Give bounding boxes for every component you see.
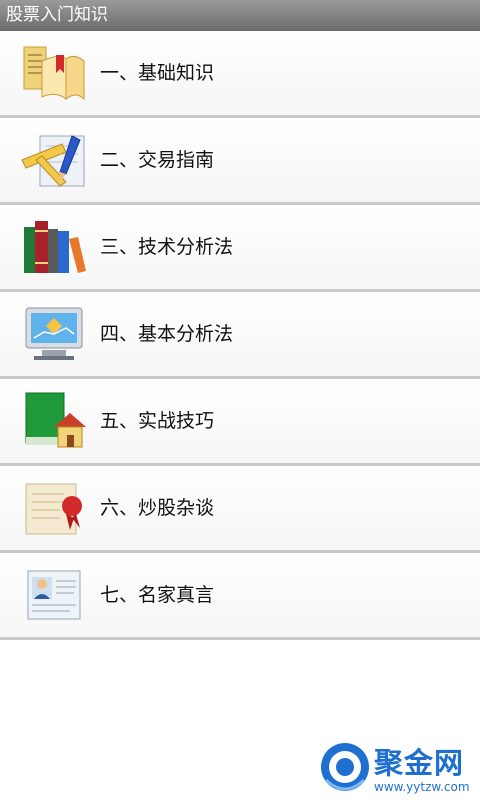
watermark-logo: 聚金网 www.yytzw.com bbox=[318, 740, 478, 798]
menu-item-expert-quotes[interactable]: 七、名家真言 bbox=[0, 553, 480, 640]
menu-item-label: 三、技术分析法 bbox=[100, 236, 234, 258]
logo-name: 聚金网 bbox=[374, 746, 465, 780]
sealed-letter-icon bbox=[20, 478, 88, 538]
menu-item-label: 七、名家真言 bbox=[100, 584, 215, 606]
ruler-pencil-icon bbox=[20, 130, 88, 190]
menu-item-fundamental-analysis[interactable]: 四、基本分析法 bbox=[0, 292, 480, 379]
profile-card-icon bbox=[20, 565, 88, 625]
logo-url: www.yytzw.com bbox=[374, 780, 470, 794]
book-house-icon bbox=[20, 391, 88, 451]
title-bar: 股票入门知识 bbox=[0, 0, 480, 31]
menu-item-label: 五、实战技巧 bbox=[100, 410, 215, 432]
menu-item-basics[interactable]: 一、基础知识 bbox=[0, 31, 480, 118]
menu-item-trading-guide[interactable]: 二、交易指南 bbox=[0, 118, 480, 205]
menu-item-stock-talk[interactable]: 六、炒股杂谈 bbox=[0, 466, 480, 553]
books-icon bbox=[20, 217, 88, 277]
menu-item-technical-analysis[interactable]: 三、技术分析法 bbox=[0, 205, 480, 292]
logo-mark-icon bbox=[318, 740, 372, 794]
menu-list: 一、基础知识 二、交易指南 三、技术分析法 四、基本分析法 五、实战技巧 六、炒… bbox=[0, 31, 480, 640]
menu-item-label: 一、基础知识 bbox=[100, 62, 215, 84]
menu-item-label: 二、交易指南 bbox=[100, 149, 215, 171]
menu-item-label: 四、基本分析法 bbox=[100, 323, 234, 345]
menu-item-practical-skills[interactable]: 五、实战技巧 bbox=[0, 379, 480, 466]
page-title: 股票入门知识 bbox=[6, 5, 108, 25]
menu-item-label: 六、炒股杂谈 bbox=[100, 497, 215, 519]
monitor-icon bbox=[20, 304, 88, 364]
open-book-icon bbox=[20, 43, 88, 103]
